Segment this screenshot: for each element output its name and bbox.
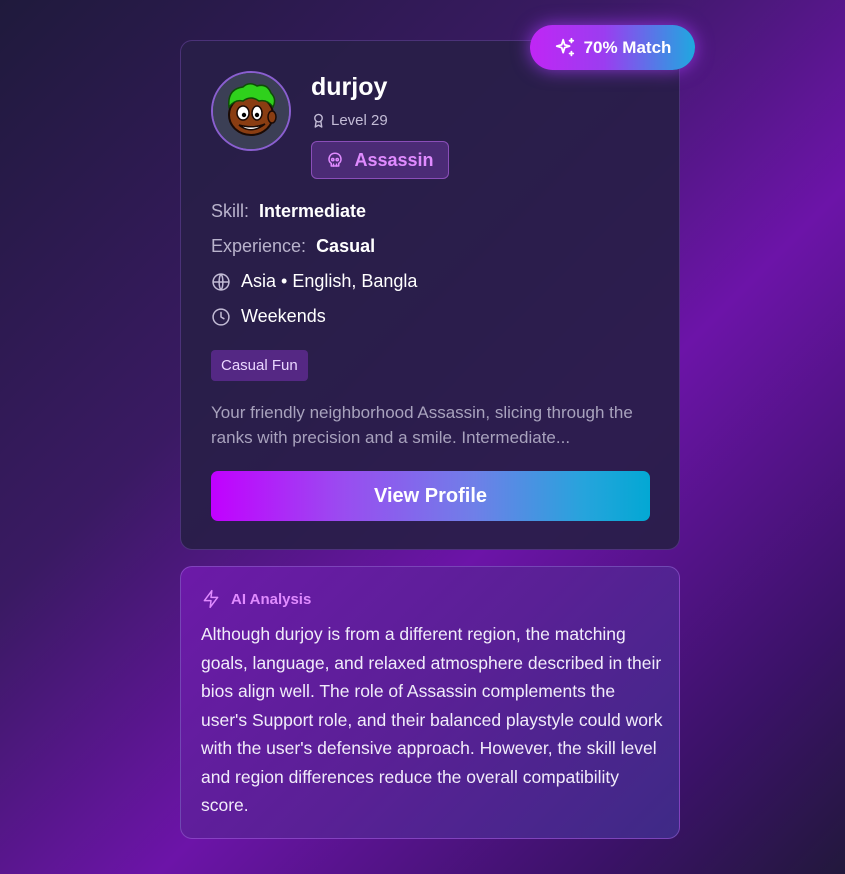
- globe-icon: [212, 272, 230, 291]
- profile-card: durjoy Level 29 Assassin Skill: Intermed…: [180, 40, 680, 550]
- username: durjoy: [311, 73, 388, 101]
- availability-row: Weekends: [211, 306, 326, 327]
- role-badge: Assassin: [311, 141, 449, 179]
- clock-icon: [212, 307, 230, 326]
- level-row: Level 29: [312, 112, 388, 129]
- match-score-label: 70% Match: [583, 37, 672, 57]
- skill-label: Skill:: [211, 201, 250, 221]
- avatar[interactable]: [211, 71, 291, 151]
- sparkles-icon: [555, 37, 574, 56]
- ai-analysis-card: AI Analysis Although durjoy is from a di…: [180, 566, 680, 839]
- ai-analysis-title: AI Analysis: [231, 590, 312, 608]
- match-score-badge: 70% Match: [530, 25, 695, 70]
- region-row: Asia • English, Bangla: [211, 271, 417, 292]
- level-label: Level 29: [331, 112, 388, 129]
- skull-icon: [328, 152, 343, 167]
- playstyle-tag: Casual Fun: [211, 350, 308, 381]
- award-icon: [314, 113, 323, 128]
- role-label: Assassin: [354, 149, 434, 170]
- ai-analysis-text: Although durjoy is from a different regi…: [201, 624, 663, 815]
- availability: Weekends: [241, 306, 326, 326]
- view-profile-button[interactable]: View Profile: [211, 471, 650, 521]
- experience-row: Experience: Casual: [211, 236, 375, 257]
- region-languages: Asia • English, Bangla: [241, 271, 418, 291]
- avatar-image: [213, 73, 289, 149]
- ai-analysis-header: AI Analysis: [201, 589, 311, 609]
- skill-value: Intermediate: [259, 201, 367, 221]
- experience-label: Experience:: [211, 236, 307, 256]
- skill-row: Skill: Intermediate: [211, 201, 366, 222]
- experience-value: Casual: [316, 236, 376, 256]
- lightning-icon: [203, 589, 219, 609]
- bio-text: Your friendly neighborhood Assassin, sli…: [211, 403, 633, 447]
